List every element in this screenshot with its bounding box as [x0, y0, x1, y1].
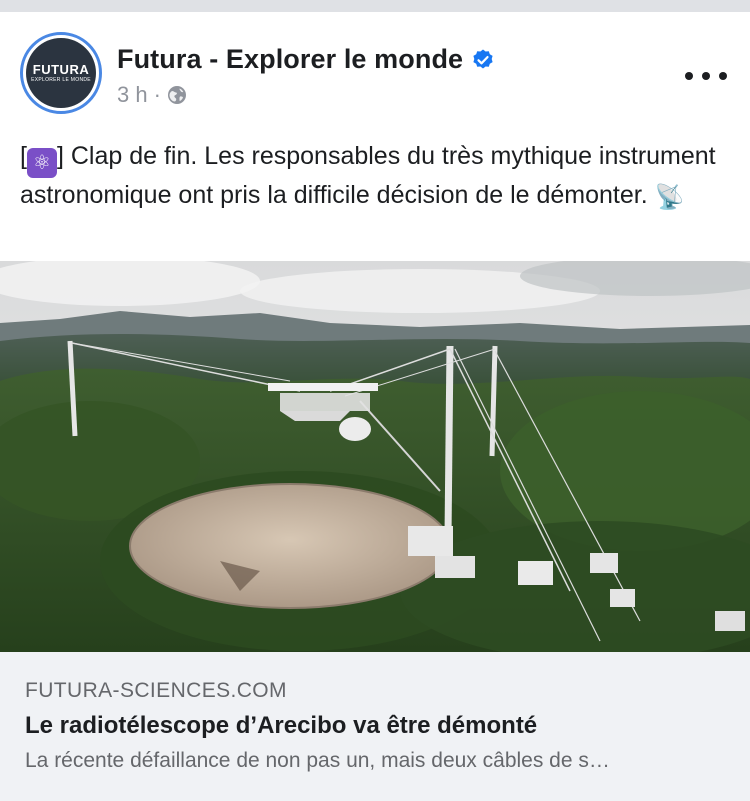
globe-icon	[167, 85, 187, 105]
verified-badge-icon	[471, 48, 495, 72]
page-avatar[interactable]: FUTURA EXPLORER LE MONDE	[20, 32, 102, 114]
logo-text: FUTURA	[32, 61, 90, 77]
link-description: La récente défaillance de non pas un, ma…	[25, 749, 610, 772]
post-text-open-bracket: [	[20, 142, 27, 170]
link-preview-card[interactable]: FUTURA-SCIENCES.COM Le radiotélescope d’…	[0, 652, 750, 801]
link-title[interactable]: Le radiotélescope d’Arecibo va être démo…	[25, 712, 537, 740]
post-text-body: ] Clap de fin. Les responsables du très …	[20, 142, 716, 209]
futura-logo: FUTURA EXPLORER LE MONDE	[26, 38, 96, 108]
post-timestamp[interactable]: 3 h	[117, 82, 148, 108]
arecibo-photo-illustration	[0, 261, 750, 652]
link-domain: FUTURA-SCIENCES.COM	[25, 679, 287, 702]
more-dot	[702, 72, 710, 80]
more-dot	[719, 72, 727, 80]
meta-separator: ·	[153, 82, 161, 107]
feed-separator	[0, 0, 750, 12]
post-message: [⚛] Clap de fin. Les responsables du trè…	[20, 139, 735, 215]
atom-emoji-icon: ⚛	[26, 148, 57, 178]
more-dot	[685, 72, 693, 80]
post-photo[interactable]	[0, 261, 750, 652]
page-name-row: Futura - Explorer le monde	[117, 44, 495, 75]
satellite-dish-emoji-icon: 📡	[654, 184, 685, 211]
logo-subtext: EXPLORER LE MONDE	[31, 76, 91, 83]
post-header: FUTURA EXPLORER LE MONDE Futura - Explor…	[0, 12, 750, 120]
post-meta: 3 h ·	[117, 82, 187, 108]
more-options-icon[interactable]	[685, 64, 727, 88]
page-name-link[interactable]: Futura - Explorer le monde	[117, 44, 463, 75]
